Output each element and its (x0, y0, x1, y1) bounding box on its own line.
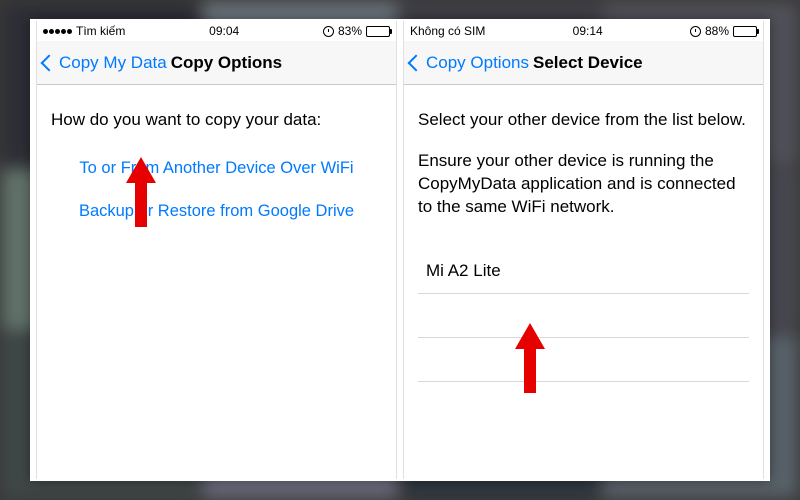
alarm-icon (323, 26, 334, 37)
chevron-left-icon (408, 54, 425, 71)
device-item[interactable]: Mi A2 Lite (418, 249, 749, 294)
nav-title: Select Device (533, 53, 643, 73)
signal-icon (43, 29, 72, 34)
option-wifi[interactable]: To or From Another Device Over WiFi (51, 159, 382, 178)
clock: 09:14 (573, 24, 603, 38)
carrier-label: Tìm kiếm (76, 24, 125, 38)
phone-right: Không có SIM 09:14 88% Copy Options Sele… (403, 21, 764, 479)
battery-icon (366, 26, 390, 37)
device-item-empty (418, 294, 749, 338)
back-button[interactable]: Copy Options (410, 53, 529, 73)
content-area: How do you want to copy your data: To or… (37, 85, 396, 479)
carrier-label: Không có SIM (410, 24, 485, 38)
status-bar: Không có SIM 09:14 88% (404, 21, 763, 41)
back-label: Copy Options (426, 53, 529, 73)
option-gdrive[interactable]: Backup or Restore from Google Drive (51, 202, 382, 221)
nav-bar: Copy My Data Copy Options (37, 41, 396, 85)
battery-percent: 83% (338, 24, 362, 38)
nav-title: Copy Options (171, 53, 282, 73)
back-button[interactable]: Copy My Data (43, 53, 167, 73)
nav-bar: Copy Options Select Device (404, 41, 763, 85)
chevron-left-icon (41, 54, 58, 71)
battery-percent: 88% (705, 24, 729, 38)
battery-icon (733, 26, 757, 37)
content-area: Select your other device from the list b… (404, 85, 763, 479)
status-bar: Tìm kiếm 09:04 83% (37, 21, 396, 41)
instruction-text-2: Ensure your other device is running the … (418, 150, 749, 219)
alarm-icon (690, 26, 701, 37)
back-label: Copy My Data (59, 53, 167, 73)
clock: 09:04 (209, 24, 239, 38)
device-item-empty (418, 338, 749, 382)
phone-left: Tìm kiếm 09:04 83% Copy My Data Copy Opt… (36, 21, 397, 479)
instruction-text-1: Select your other device from the list b… (418, 109, 749, 132)
device-list: Mi A2 Lite (418, 249, 749, 382)
prompt-text: How do you want to copy your data: (51, 109, 382, 131)
